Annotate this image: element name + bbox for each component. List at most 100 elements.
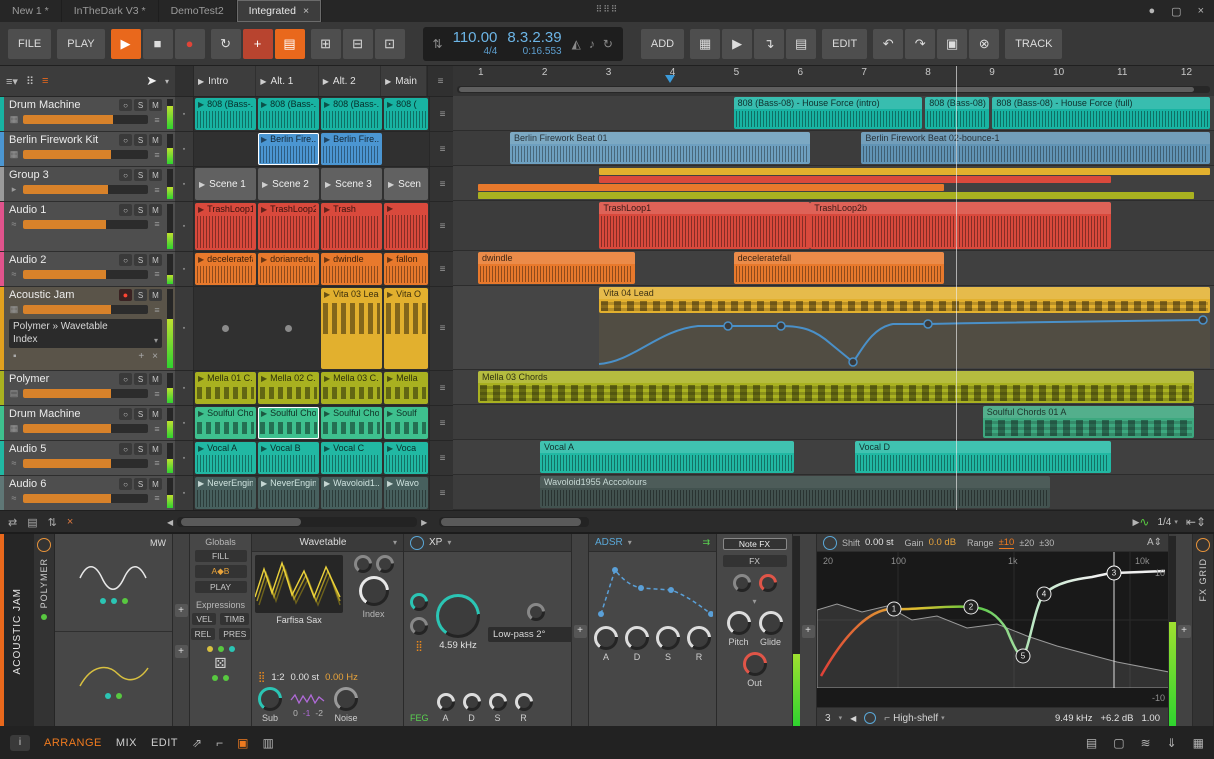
track-menu-icon[interactable]: ≡ <box>152 305 162 315</box>
launcher-clip[interactable]: ▶ Wavoloid1... <box>321 477 382 509</box>
close-window-icon[interactable]: × <box>1198 5 1204 17</box>
clip-play-icon[interactable]: ▶ <box>198 100 204 109</box>
mute-button[interactable]: M <box>149 254 162 266</box>
automation-curve[interactable] <box>453 312 1214 370</box>
clip-slot[interactable]: ▶808 (Bass-... <box>194 97 257 131</box>
env-title[interactable]: ADSR <box>595 537 623 548</box>
note-fx-tab[interactable]: Note FX <box>722 538 787 550</box>
wavetable-preset-name[interactable]: Farfisa Sax <box>276 615 322 625</box>
rel-expression-button[interactable]: REL <box>190 628 216 640</box>
launcher-clip[interactable]: ▶ Berlin Fire... <box>258 133 319 165</box>
clip-slot-stop[interactable] <box>257 287 320 370</box>
sub-osc-knob[interactable] <box>258 687 282 711</box>
mix-view-button[interactable]: MIX <box>116 737 137 749</box>
eq-power-icon[interactable] <box>823 535 837 550</box>
track-header[interactable]: Audio 6 ○ S M ≈ ≡ <box>0 476 175 511</box>
filter-menu-icon[interactable]: ▾ <box>447 538 451 547</box>
layout-arrange-icon[interactable]: ⊞ <box>310 28 341 59</box>
filter-resonance-knob[interactable] <box>527 603 545 621</box>
track-launcher-options[interactable]: ≡ <box>429 476 455 510</box>
clip-slot[interactable]: ▶ dwindle <box>320 252 383 286</box>
record-button[interactable]: ● <box>174 28 205 59</box>
clip-play-icon[interactable]: ▶ <box>261 374 267 383</box>
pres-expression-button[interactable]: PRES <box>219 628 251 640</box>
scene-header-cell[interactable]: ▶ Alt. 1 <box>256 66 318 96</box>
clip-stop-button[interactable]: ▪ <box>175 371 194 405</box>
track-header[interactable]: Drum Machine ○ S M ▦ ≡ <box>0 406 175 441</box>
scene-play-icon[interactable]: ▶ <box>198 77 204 86</box>
add-lane-button[interactable]: + <box>134 351 148 362</box>
eq-range-10[interactable]: ±10 <box>998 537 1015 549</box>
launcher-clip[interactable]: ▶deceleratefall <box>195 253 256 285</box>
close-panel-icon[interactable]: × <box>67 516 73 529</box>
track-menu-button[interactable]: TRACK <box>1005 28 1063 59</box>
eq-shift-value[interactable]: 0.00 st <box>865 537 894 548</box>
out-knob[interactable] <box>742 652 767 676</box>
clip-slot[interactable]: ▶ Mella <box>383 371 429 405</box>
arranger-clip[interactable]: Vocal D <box>855 441 1111 473</box>
clip-slot[interactable]: ▶TrashLoop2b <box>257 202 320 251</box>
clip-slot[interactable]: ▶ Vocal A <box>194 441 257 475</box>
clip-stop-button[interactable]: ▪ <box>175 97 194 131</box>
track-header[interactable]: Audio 2 ○ S M ≈ ≡ <box>0 252 175 287</box>
list-view-icon[interactable]: ≡ <box>42 75 48 87</box>
solo-button[interactable]: S <box>134 373 147 385</box>
ab-morph-button[interactable]: A◆B <box>194 565 247 578</box>
punch-in-button[interactable]: + <box>242 28 273 59</box>
solo-button[interactable]: S <box>134 204 147 216</box>
volume-slider[interactable] <box>23 493 148 503</box>
scene-play-icon[interactable]: ▶ <box>385 77 391 86</box>
volume-slider[interactable] <box>23 185 148 194</box>
arranger-clip[interactable]: Vocal A <box>539 441 795 473</box>
monitor-button[interactable]: ○ <box>119 169 132 181</box>
group-clip-strip[interactable] <box>599 168 1210 175</box>
launcher-clip[interactable]: ▶ Vita O <box>384 288 428 369</box>
volume-slider[interactable] <box>23 150 148 159</box>
mute-button[interactable]: M <box>149 289 162 301</box>
clip-play-icon[interactable]: ▶ <box>324 444 330 453</box>
mod-wheel-label[interactable]: MW <box>150 538 166 548</box>
audition-icon[interactable]: ∿ <box>1139 515 1149 529</box>
track-launcher-options[interactable]: ≡ <box>429 287 455 370</box>
track-launcher-options[interactable]: ≡ <box>429 252 455 286</box>
mute-button[interactable]: M <box>149 169 162 181</box>
track-launcher-options[interactable]: ≡ <box>429 132 455 166</box>
arrange-view-button[interactable]: ARRANGE <box>44 737 102 749</box>
clip-slot[interactable]: ▶ Vita 03 Lead <box>320 287 383 370</box>
track-menu-icon[interactable]: ≡ <box>152 150 162 160</box>
clip-play-icon[interactable]: ▶ <box>324 205 330 214</box>
clip-play-icon[interactable]: ▶ <box>324 290 330 299</box>
eq-spectrum-display[interactable]: 20 100 1k 10k 10 -10 1 2 5 4 3 <box>817 552 1168 707</box>
clip-slot[interactable]: ▶ Vocal C <box>320 441 383 475</box>
scroll-follow-icon[interactable]: ⇅ <box>48 516 57 529</box>
clip-play-icon[interactable]: ▶ <box>198 479 204 488</box>
song-position[interactable]: 8.3.2.39 <box>507 29 561 47</box>
octave-minus1-button[interactable]: -1 <box>303 708 311 718</box>
eq-band-3-node[interactable]: 3 <box>1106 565 1122 581</box>
launcher-clip[interactable]: ▶Soulful Cho... <box>195 407 256 439</box>
add-oscillator-button[interactable]: + <box>174 604 188 617</box>
clip-launcher-toggle-icon[interactable]: ▣ <box>237 736 248 750</box>
clip-slot[interactable]: ▶ Mella 03 C... <box>320 371 383 405</box>
track-list-menu-icon[interactable]: ≡▾ <box>6 75 18 88</box>
record-arm-button[interactable]: ● <box>119 289 132 301</box>
eq-range-30[interactable]: ±30 <box>1039 538 1054 548</box>
track-header[interactable]: Audio 1 ○ S M ≈ ≡ <box>0 202 175 252</box>
clip-play-icon[interactable]: ▶ <box>261 409 267 418</box>
track-detail-icon[interactable]: ▪ <box>9 351 21 362</box>
monitor-button[interactable]: ○ <box>119 204 132 216</box>
volume-slider[interactable] <box>23 269 148 279</box>
clip-slot-stop[interactable] <box>194 287 257 370</box>
clip-slot[interactable]: ▶ Berlin Fire... <box>320 132 383 166</box>
launcher-clip[interactable]: ▶ Soulf <box>384 407 428 439</box>
device-track-strip[interactable]: ACOUSTIC JAM <box>0 534 34 728</box>
tempo-value[interactable]: 110.00 <box>453 29 498 47</box>
clip-play-icon[interactable]: ▶ <box>387 204 393 213</box>
clip-slot[interactable]: ▶Soulful Cho... <box>194 406 257 440</box>
fill-button[interactable]: FILL <box>194 550 247 562</box>
clip-play-icon[interactable]: ▶ <box>261 205 267 214</box>
octave-0-button[interactable]: 0 <box>293 708 298 718</box>
envelope-display[interactable] <box>593 556 713 622</box>
device-power-icon[interactable] <box>37 538 51 552</box>
clip-play-icon[interactable]: ▶ <box>387 374 393 383</box>
